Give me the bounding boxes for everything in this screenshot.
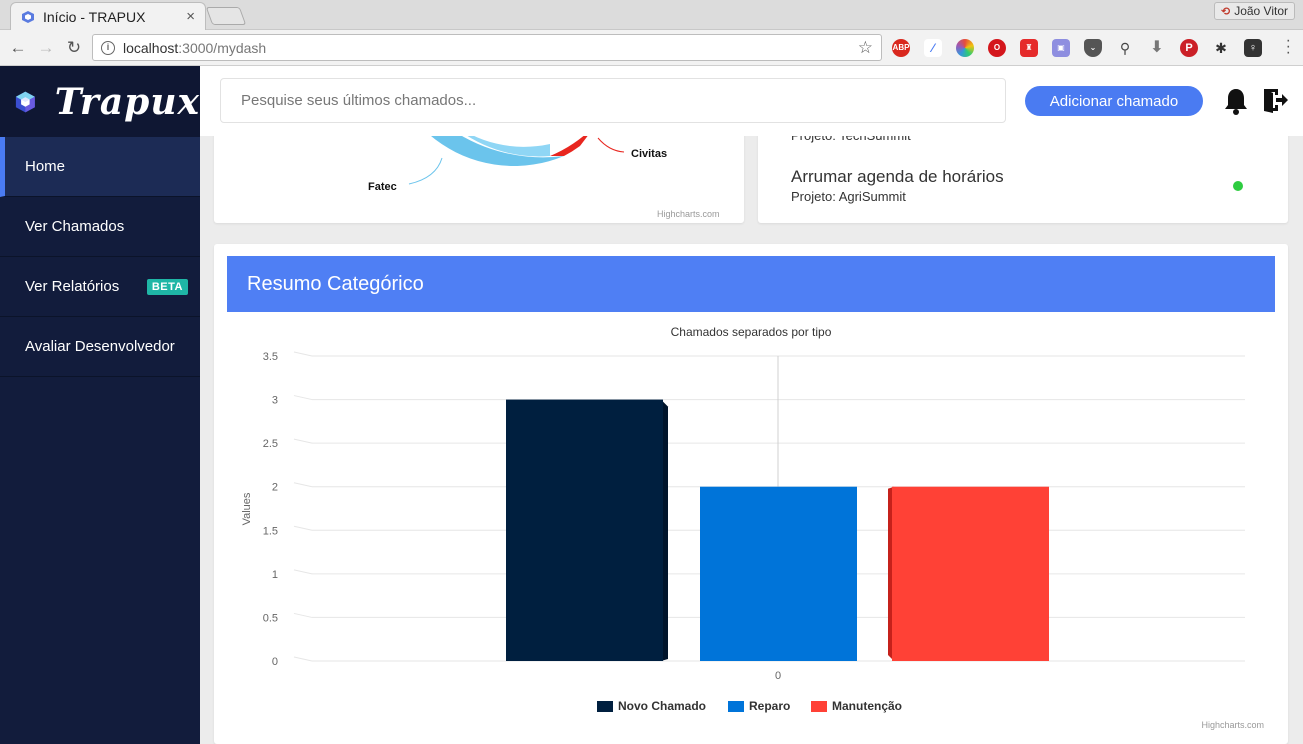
y-tick-label: 0.5 [263,612,278,624]
profile-name: João Vitor [1234,4,1288,18]
eyedropper-icon[interactable]: ⁄ [924,39,942,57]
main-content: Adicionar chamado Civitas Fatec Hi [200,66,1303,744]
pocket-icon[interactable]: ⌄ [1084,39,1102,57]
brand-name: Trapux [54,80,200,123]
sidebar-item-ver-relatorios[interactable]: Ver Relatórios BETA [0,257,200,317]
tab-title: Início - TRAPUX [43,8,146,25]
lock-extension-icon[interactable]: ▣ [1052,39,1070,57]
url-host: localhost [123,39,179,56]
bell-icon[interactable] [1223,87,1249,115]
legend-swatch [728,701,744,712]
add-ticket-button[interactable]: Adicionar chamado [1025,86,1203,116]
y-tick-label: 1.5 [263,525,278,537]
bar-manutenção [892,486,1049,661]
gridline-3d [293,525,313,531]
y-axis-label: Values [241,492,253,525]
pie-label-civitas: Civitas [631,148,668,160]
gridline-3d [293,351,313,357]
reload-icon[interactable]: ↻ [62,36,86,60]
top-bar: Adicionar chamado [200,66,1303,136]
list-item[interactable]: Arrumar agenda de horários Projeto: Agri… [791,167,1004,204]
lightbulb-icon[interactable]: ♀ [1244,39,1262,57]
y-tick-label: 3.5 [263,351,278,363]
bar-reparo [700,486,857,661]
gridline-3d [293,482,313,488]
trapux-logo-icon [15,91,35,112]
forward-icon[interactable]: → [34,36,58,60]
gridline-3d [293,395,313,401]
sidebar-item-label: Avaliar Desenvolvedor [25,338,175,355]
extension-red-icon[interactable]: ♜ [1020,39,1038,57]
chart-title: Chamados separados por tipo [671,325,832,339]
close-tab-icon[interactable]: × [186,8,195,25]
sidebar-item-ver-chamados[interactable]: Ver Chamados [0,197,200,257]
logout-icon[interactable] [1261,86,1289,114]
gridline-3d [293,656,313,662]
gridline-3d [293,569,313,575]
browser-toolbar: ← → ↻ i localhost:3000/mydash ☆ ABP ⁄ O … [0,30,1303,66]
x-tick-label: 0 [775,670,781,682]
app: Trapux Home Ver Chamados Ver Relatórios … [0,66,1303,744]
adblock-icon[interactable]: ABP [892,39,910,57]
bug-icon[interactable]: ✱ [1212,39,1230,57]
pinterest-icon[interactable]: P [1180,39,1198,57]
browser-tab[interactable]: Início - TRAPUX × [10,2,206,30]
sidebar-item-avaliar-desenvolvedor[interactable]: Avaliar Desenvolvedor [0,317,200,377]
y-tick-label: 3 [272,395,278,407]
new-tab-button[interactable] [205,7,247,25]
legend-swatch [811,701,827,712]
search-input[interactable] [220,78,1006,123]
bookmark-star-icon[interactable]: ☆ [858,38,873,58]
status-dot [1233,181,1243,191]
url-path: :3000/mydash [178,39,267,56]
brand[interactable]: Trapux [0,66,200,137]
category-bar-chart: Chamados separados por tipo 0 0.5 1 1.5 2 2.5 3… [241,325,1264,730]
chart-card-header: Resumo Categórico [227,256,1275,312]
sidebar-item-home[interactable]: Home [0,137,200,197]
y-tick-label: 1 [272,569,278,581]
legend-label: Reparo [749,699,790,713]
sidebar: Trapux Home Ver Chamados Ver Relatórios … [0,66,200,744]
opera-icon[interactable]: O [988,39,1006,57]
profile-icon: ⟲ [1220,5,1231,18]
trapux-favicon-icon [22,10,34,23]
profile-button[interactable]: ⟲ João Vitor [1213,2,1295,20]
legend-swatch [597,701,613,712]
sidebar-item-label: Ver Relatórios [25,278,120,295]
address-bar[interactable]: i localhost:3000/mydash ☆ [92,34,882,61]
gridline-3d [293,438,313,444]
color-wheel-icon[interactable] [956,39,974,57]
beta-badge: BETA [146,278,188,295]
y-tick-label: 0 [272,656,278,668]
y-tick-label: 2.5 [263,438,278,450]
back-icon[interactable]: ← [6,36,30,60]
item-title: Arrumar agenda de horários [791,167,1004,186]
bar-novo-chamado [506,399,663,661]
y-tick-label: 2 [272,482,278,494]
pie-label-fatec: Fatec [368,181,397,193]
gridline-3d [293,612,313,618]
pie-connector-fatec [408,157,443,185]
browser-menu-icon[interactable]: · · · [1286,33,1291,61]
category-summary-card: Resumo Categórico Chamados separados por… [214,244,1288,744]
site-info-icon[interactable]: i [101,40,115,55]
browser-tabstrip: Início - TRAPUX × ⟲ João Vitor [0,0,1303,30]
legend-label: Manutenção [832,699,902,713]
sidebar-item-label: Home [25,158,66,175]
item-project: Projeto: AgriSummit [791,189,906,204]
legend-label: Novo Chamado [618,699,706,713]
highcharts-credit[interactable]: Highcharts.com [657,209,720,219]
sidebar-item-label: Ver Chamados [25,218,125,235]
download-icon[interactable]: ⬇ [1148,39,1166,57]
pie-connector-civitas [597,137,625,153]
pipette-icon[interactable]: ⚲ [1116,39,1134,57]
highcharts-credit: Highcharts.com [1201,720,1264,730]
